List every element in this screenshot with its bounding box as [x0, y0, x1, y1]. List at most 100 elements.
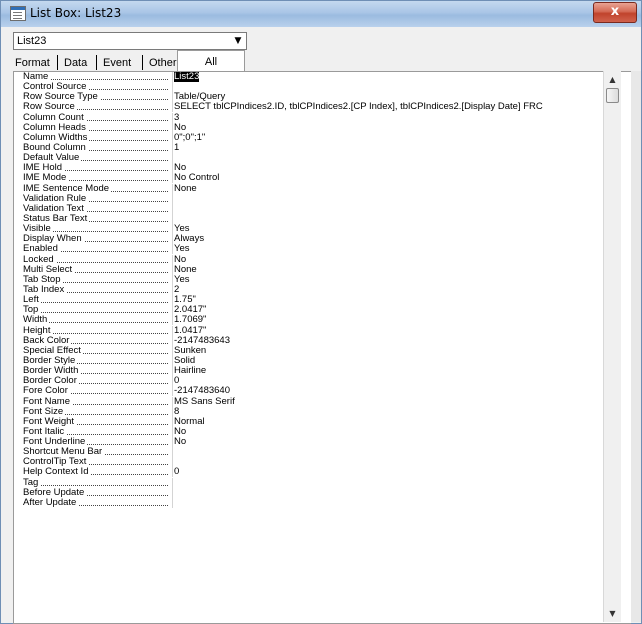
property-row[interactable]: IME Hold No: [15, 163, 612, 174]
object-selector-dropdown[interactable]: List23 ▼: [13, 32, 247, 50]
property-row[interactable]: Top 2.0417": [15, 305, 612, 316]
property-row[interactable]: Validation Text: [15, 203, 612, 214]
property-value-field[interactable]: Table/Query: [172, 92, 612, 103]
property-row[interactable]: Fore Color -2147483640: [15, 386, 612, 397]
property-value-field[interactable]: None: [172, 183, 612, 194]
property-row[interactable]: ControlTip Text: [15, 457, 612, 468]
property-value-field[interactable]: 0: [172, 467, 612, 478]
property-value-field[interactable]: No: [172, 437, 612, 448]
property-row[interactable]: Display When Always: [15, 234, 612, 245]
property-row[interactable]: Row Source SELECT tblCPIndices2.ID, tblCP…: [15, 102, 612, 113]
property-row[interactable]: Tab Stop Yes: [15, 274, 612, 285]
property-row[interactable]: Enabled Yes: [15, 244, 612, 255]
property-row[interactable]: Font Underline No: [15, 437, 612, 448]
tab-format[interactable]: Format: [15, 52, 50, 72]
property-row[interactable]: Column Heads No: [15, 122, 612, 133]
property-value-field[interactable]: No: [172, 254, 612, 265]
property-row[interactable]: Border Color 0: [15, 376, 612, 387]
property-row[interactable]: Font Size 8: [15, 406, 612, 417]
property-row[interactable]: Column Count 3: [15, 112, 612, 123]
tab-event[interactable]: Event: [103, 52, 131, 72]
property-value-field[interactable]: [172, 153, 612, 164]
property-row[interactable]: IME Sentence Mode None: [15, 183, 612, 194]
property-row[interactable]: Font Weight Normal: [15, 416, 612, 427]
property-value-field[interactable]: SELECT tblCPIndices2.ID, tblCPIndices2.[…: [172, 102, 612, 113]
property-value-field[interactable]: -2147483640: [172, 386, 612, 397]
property-value-field[interactable]: Yes: [172, 274, 612, 285]
property-value-field[interactable]: No Control: [172, 173, 612, 184]
property-row[interactable]: Locked No: [15, 254, 612, 265]
property-value-field[interactable]: [172, 457, 612, 468]
property-row[interactable]: Multi Select None: [15, 264, 612, 275]
property-row[interactable]: Font Name MS Sans Serif: [15, 396, 612, 407]
property-row[interactable]: Control Source: [15, 82, 612, 93]
property-row[interactable]: Left 1.75": [15, 295, 612, 306]
property-row[interactable]: Tag: [15, 477, 612, 488]
property-value-field[interactable]: [172, 477, 612, 488]
property-value-field[interactable]: 1.75": [172, 295, 612, 306]
property-value-field[interactable]: [172, 497, 612, 508]
property-name-text: Top: [23, 305, 41, 316]
property-value-field[interactable]: MS Sans Serif: [172, 396, 612, 407]
property-value-field[interactable]: Always: [172, 234, 612, 245]
scroll-thumb[interactable]: [606, 88, 619, 103]
scroll-down-icon[interactable]: ▼: [604, 605, 621, 622]
property-row[interactable]: Default Value: [15, 153, 612, 164]
property-value-field[interactable]: 1: [172, 142, 612, 153]
property-value-field[interactable]: [172, 82, 612, 93]
property-row[interactable]: Height 1.0417": [15, 325, 612, 336]
property-value-field[interactable]: 0";0";1": [172, 132, 612, 143]
property-row[interactable]: After Update: [15, 497, 612, 508]
property-value-field[interactable]: No: [172, 163, 612, 174]
property-row[interactable]: Tab Index 2: [15, 284, 612, 295]
tab-data[interactable]: Data: [64, 52, 87, 72]
property-row[interactable]: Font Italic No: [15, 426, 612, 437]
property-value-field[interactable]: List23: [172, 72, 612, 82]
property-row[interactable]: Border Style Solid: [15, 355, 612, 366]
property-row[interactable]: Visible Yes: [15, 224, 612, 235]
property-row[interactable]: Status Bar Text: [15, 213, 612, 224]
scroll-up-icon[interactable]: ▲: [604, 71, 621, 88]
property-row[interactable]: Help Context Id 0: [15, 467, 612, 478]
property-value-field[interactable]: No: [172, 122, 612, 133]
property-row[interactable]: Row Source Type Table/Query: [15, 92, 612, 103]
property-value-field[interactable]: -2147483643: [172, 335, 612, 346]
property-row[interactable]: Special Effect Sunken: [15, 345, 612, 356]
property-value-field[interactable]: 1.0417": [172, 325, 612, 336]
property-row[interactable]: Bound Column 1: [15, 142, 612, 153]
property-value-field[interactable]: None: [172, 264, 612, 275]
property-row[interactable]: Back Color -2147483643: [15, 335, 612, 346]
property-value-field[interactable]: Yes: [172, 224, 612, 235]
property-value-field[interactable]: [172, 487, 612, 498]
property-row[interactable]: Shortcut Menu Bar: [15, 447, 612, 458]
property-row[interactable]: Name List23: [15, 72, 612, 82]
vertical-scrollbar[interactable]: ▲ ▼: [603, 71, 621, 622]
property-value-field[interactable]: 1.7069": [172, 315, 612, 326]
property-value-field[interactable]: 2: [172, 284, 612, 295]
property-value-field[interactable]: [172, 203, 612, 214]
title-bar[interactable]: List Box: List23 x: [1, 1, 641, 27]
property-value-field[interactable]: Normal: [172, 416, 612, 427]
property-value-field[interactable]: 3: [172, 112, 612, 123]
property-value-field[interactable]: 0: [172, 376, 612, 387]
property-value-field[interactable]: Yes: [172, 244, 612, 255]
property-value-field[interactable]: [172, 447, 612, 458]
property-value-field[interactable]: [172, 193, 612, 204]
tab-all[interactable]: All: [177, 50, 245, 73]
property-value-field[interactable]: No: [172, 426, 612, 437]
tab-other[interactable]: Other: [149, 52, 177, 72]
property-row[interactable]: Border Width Hairline: [15, 366, 612, 377]
property-value-field[interactable]: Solid: [172, 355, 612, 366]
property-value-field[interactable]: 8: [172, 406, 612, 417]
property-row[interactable]: Width 1.7069": [15, 315, 612, 326]
property-value-field[interactable]: [172, 213, 612, 224]
dropdown-arrow-icon[interactable]: ▼: [230, 33, 246, 49]
property-row[interactable]: Validation Rule: [15, 193, 612, 204]
close-button[interactable]: x: [593, 2, 637, 23]
property-value-field[interactable]: 2.0417": [172, 305, 612, 316]
property-value-field[interactable]: Sunken: [172, 345, 612, 356]
property-row[interactable]: Before Update: [15, 487, 612, 498]
property-value-field[interactable]: Hairline: [172, 366, 612, 377]
property-row[interactable]: Column Widths 0";0";1": [15, 132, 612, 143]
property-row[interactable]: IME Mode No Control: [15, 173, 612, 184]
